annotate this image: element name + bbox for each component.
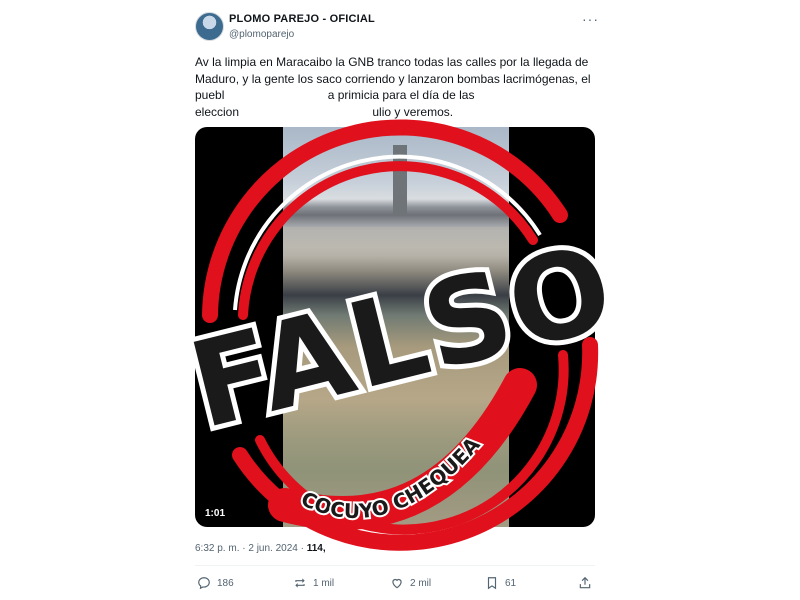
bookmark-count: 61 bbox=[505, 577, 517, 589]
account-name[interactable]: PLOMO PAREJO - OFICIAL bbox=[229, 13, 375, 25]
falso-stamp-graphic: FALSO COCUYO CHEQUEA bbox=[172, 119, 632, 551]
tweet-time[interactable]: 6:32 p. m. · 2 jun. 2024 · bbox=[195, 543, 307, 554]
repost-count: 1 mil bbox=[313, 577, 335, 589]
tweet-views: 114, bbox=[306, 543, 326, 554]
reply-button[interactable]: 186 bbox=[197, 576, 234, 590]
repost-icon bbox=[295, 578, 305, 588]
reply-icon bbox=[198, 577, 210, 590]
reply-count: 186 bbox=[217, 577, 234, 589]
falso-stamp: FALSO COCUYO CHEQUEA bbox=[165, 100, 635, 570]
share-icon bbox=[579, 576, 591, 589]
like-button[interactable]: 2 mil bbox=[390, 576, 431, 590]
divider bbox=[195, 565, 595, 566]
bookmark-icon bbox=[487, 577, 497, 590]
avatar[interactable] bbox=[195, 12, 224, 41]
tweet: PLOMO PAREJO - OFICIAL @plomoparejo ··· … bbox=[172, 10, 632, 600]
account-handle[interactable]: @plomoparejo bbox=[229, 29, 294, 40]
more-horizontal-icon[interactable]: ··· bbox=[582, 11, 599, 27]
tweet-meta: 6:32 p. m. · 2 jun. 2024 · 114, bbox=[195, 543, 326, 554]
heart-icon bbox=[392, 578, 402, 589]
like-count: 2 mil bbox=[410, 577, 432, 589]
repost-button[interactable]: 1 mil bbox=[293, 576, 334, 590]
share-button[interactable] bbox=[578, 576, 592, 590]
bookmark-button[interactable]: 61 bbox=[485, 576, 516, 590]
tweet-actions: 186 1 mil 2 mil 61 bbox=[195, 576, 595, 596]
